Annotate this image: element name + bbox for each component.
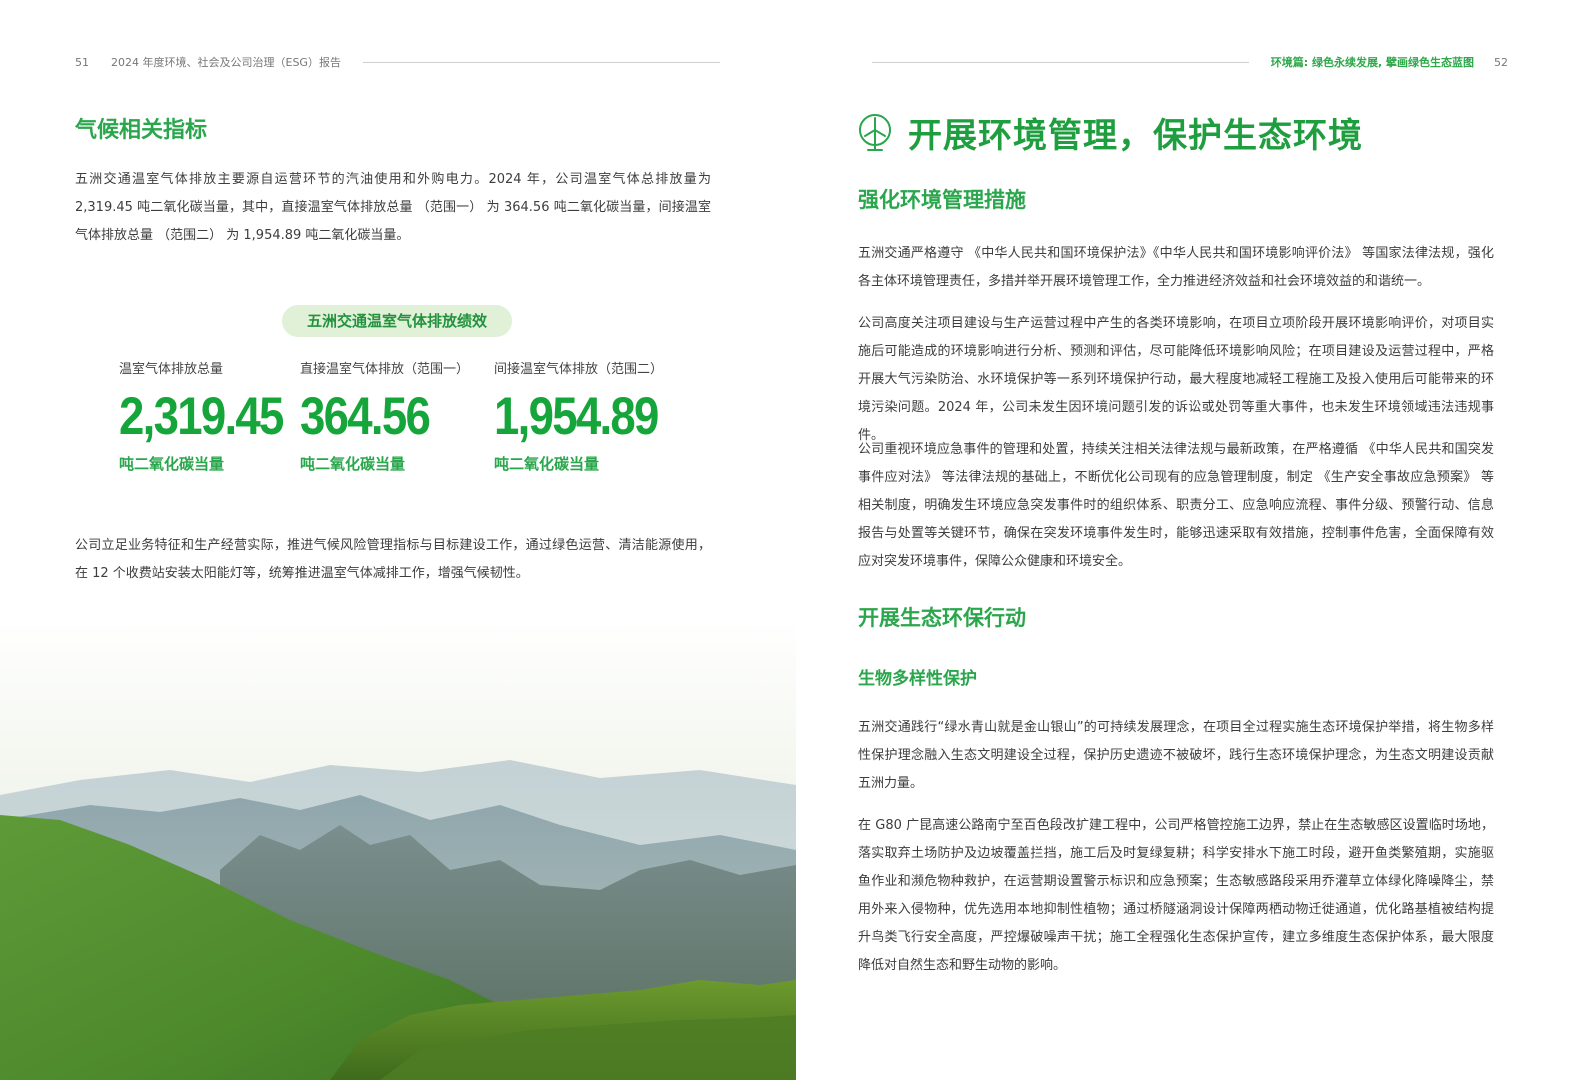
closing-paragraph: 公司立足业务特征和生产经营实际，推进气候风险管理指标与目标建设工作，通过绿色运营… xyxy=(75,538,711,581)
biodiversity-paragraph-1: 五洲交通践行“绿水青山就是金山银山”的可持续发展理念，在项目全过程实施生态环境保… xyxy=(858,720,1494,791)
page-number: 52 xyxy=(1494,55,1508,69)
right-page: 环境篇: 绿色永续发展, 擘画绿色生态蓝图 52 开展环境管理，保护生态环境 强… xyxy=(796,0,1592,1080)
measures-heading: 强化环境管理措施 xyxy=(858,188,1026,212)
header-rule xyxy=(872,61,1249,63)
chapter-name: 环境篇: 绿色永续发展, 擘画绿色生态蓝图 xyxy=(1270,56,1474,69)
metric-unit: 吨二氧化碳当量 xyxy=(119,455,225,473)
emissions-pill-heading: 五洲交通温室气体排放绩效 xyxy=(282,305,512,337)
metric-value: 1,954.89 xyxy=(494,387,659,446)
running-header: 51 2024 年度环境、社会及公司治理（ESG）报告 xyxy=(75,54,720,70)
left-page: 51 2024 年度环境、社会及公司治理（ESG）报告 气候相关指标 五洲交通温… xyxy=(0,0,796,1080)
metric-value: 2,319.45 xyxy=(119,387,284,446)
metric-label: 间接温室气体排放（范围二） xyxy=(494,362,664,377)
page-title: 开展环境管理，保护生态环境 xyxy=(908,116,1363,156)
header-rule xyxy=(362,61,720,63)
metric-scope1: 直接温室气体排放（范围一） 364.56 吨二氧化碳当量 xyxy=(300,358,469,474)
metric-label: 直接温室气体排放（范围一） xyxy=(300,362,470,377)
biodiversity-heading: 生物多样性保护 xyxy=(858,669,977,689)
running-header: 环境篇: 绿色永续发展, 擘画绿色生态蓝图 52 xyxy=(872,54,1508,70)
intro-paragraph: 五洲交通温室气体排放主要源自运营环节的汽油使用和外购电力。2024 年，公司温室… xyxy=(75,172,711,243)
metric-value: 364.56 xyxy=(300,387,431,446)
metric-scope2: 间接温室气体排放（范围二） 1,954.89 吨二氧化碳当量 xyxy=(494,358,684,474)
section-heading: 气候相关指标 xyxy=(75,118,208,143)
metric-unit: 吨二氧化碳当量 xyxy=(300,455,406,473)
wind-turbine-icon xyxy=(859,113,891,151)
page-number: 51 xyxy=(75,55,89,69)
measures-paragraph-1: 五洲交通严格遵守 《中华人民共和国环境保护法》《中华人民共和国环境影响评价法》 … xyxy=(858,246,1494,289)
eco-action-heading: 开展生态环保行动 xyxy=(858,606,1026,630)
report-title: 2024 年度环境、社会及公司治理（ESG）报告 xyxy=(111,56,341,69)
measures-paragraph-2: 公司高度关注项目建设与生产运营过程中产生的各类环境影响，在项目立项阶段开展环境影… xyxy=(858,316,1494,443)
measures-paragraph-3: 公司重视环境应急事件的管理和处置，持续关注相关法律法规与最新政策，在严格遵循 《… xyxy=(858,442,1494,569)
mountain-landscape-photo xyxy=(0,620,796,1080)
title-block: 开展环境管理，保护生态环境 xyxy=(858,108,1363,157)
metric-label: 温室气体排放总量 xyxy=(119,362,224,377)
metric-total: 温室气体排放总量 2,319.45 吨二氧化碳当量 xyxy=(119,358,309,474)
metric-unit: 吨二氧化碳当量 xyxy=(494,455,600,473)
biodiversity-paragraph-2: 在 G80 广昆高速公路南宁至百色段改扩建工程中，公司严格管控施工边界，禁止在生… xyxy=(858,818,1494,973)
